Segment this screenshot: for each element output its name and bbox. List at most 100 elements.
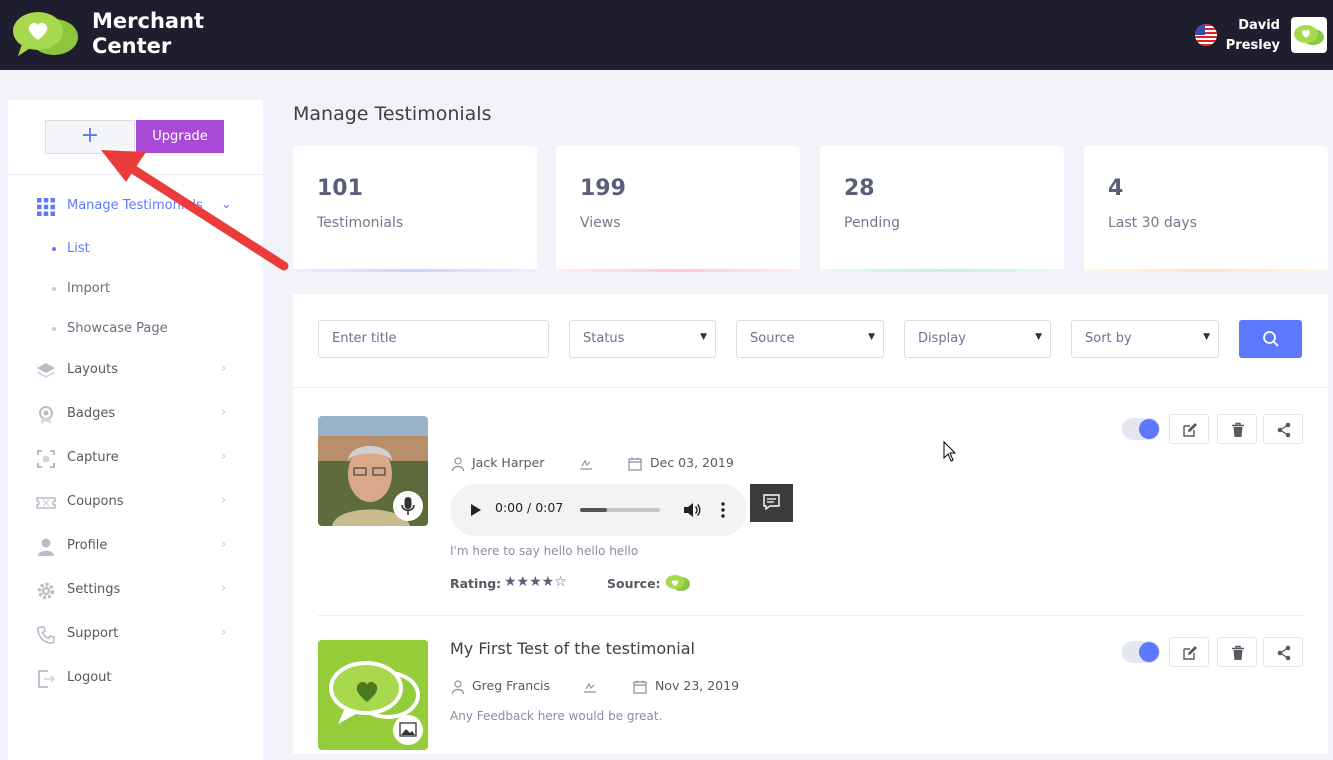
trash-icon <box>1232 422 1244 437</box>
more-options-icon[interactable] <box>721 502 725 518</box>
sidebar-subitem-showcase-page[interactable]: Showcase Page <box>52 314 252 344</box>
sidebar-item-layouts[interactable]: Layouts › <box>8 351 263 391</box>
sidebar-item-support[interactable]: Support › <box>8 615 263 655</box>
caret-down-icon: ▼ <box>1035 332 1042 342</box>
stat-accent-bar <box>556 269 800 272</box>
brand-line-2: Center <box>92 34 172 58</box>
play-icon[interactable] <box>470 504 482 516</box>
coupon-icon <box>36 497 56 509</box>
testimonial-text: I'm here to say hello hello hello <box>450 544 639 558</box>
capture-icon <box>37 450 55 468</box>
sidebar-subitem-list[interactable]: List <box>52 234 252 264</box>
source-select-value: Source <box>750 331 795 346</box>
user-first-name: David <box>1238 18 1280 33</box>
bullet-icon <box>52 247 56 251</box>
edit-icon <box>1183 646 1197 660</box>
sidebar-item-coupons[interactable]: Coupons › <box>8 483 263 523</box>
share-icon <box>1277 422 1291 438</box>
delete-button[interactable] <box>1217 414 1257 444</box>
delete-button[interactable] <box>1217 637 1257 667</box>
stat-label: Last 30 days <box>1108 215 1197 231</box>
share-button[interactable] <box>1263 414 1303 444</box>
signature-icon <box>584 682 596 693</box>
sidebar-item-settings[interactable]: Settings › <box>8 571 263 611</box>
source-select[interactable]: Source ▼ <box>736 320 884 358</box>
microphone-icon <box>393 491 423 521</box>
testimonial-date: Dec 03, 2019 <box>650 455 734 470</box>
audio-time: 0:00 / 0:07 <box>495 500 564 515</box>
sort-select[interactable]: Sort by ▼ <box>1071 320 1219 358</box>
chevron-right-icon: › <box>221 405 227 420</box>
sidebar-item-label: Badges <box>67 406 116 421</box>
top-bar: Merchant Center David Presley <box>0 0 1333 70</box>
bullet-icon <box>52 287 56 291</box>
stat-value: 4 <box>1108 176 1124 201</box>
stat-card-views: 199 Views <box>556 146 800 272</box>
publish-toggle[interactable] <box>1122 418 1160 440</box>
chevron-right-icon: › <box>221 537 227 552</box>
layers-icon <box>37 363 55 378</box>
edit-icon <box>1183 423 1197 437</box>
publish-toggle[interactable] <box>1122 641 1160 663</box>
chevron-right-icon: › <box>221 581 227 596</box>
chevron-right-icon: › <box>221 449 227 464</box>
logo-icon <box>13 12 78 56</box>
rating-stars: ★★★★☆ <box>504 574 567 590</box>
user-icon <box>451 680 465 695</box>
comment-icon <box>763 494 780 511</box>
transcript-button[interactable] <box>750 484 793 522</box>
toggle-knob <box>1139 419 1159 439</box>
sidebar-subitem-label: Import <box>67 281 111 296</box>
image-icon <box>393 715 423 745</box>
audio-progress-track[interactable] <box>580 508 660 512</box>
sidebar-item-logout[interactable]: Logout <box>8 659 263 699</box>
status-select-value: Status <box>583 331 625 346</box>
sidebar-item-label: Layouts <box>67 362 118 377</box>
volume-icon[interactable] <box>683 502 701 518</box>
stat-card-pending: 28 Pending <box>820 146 1064 272</box>
phone-icon <box>37 626 55 644</box>
rating-label: Rating: <box>450 576 502 591</box>
gear-icon <box>37 582 55 600</box>
add-button[interactable]: + <box>45 120 135 154</box>
audio-player[interactable]: 0:00 / 0:07 <box>450 484 747 536</box>
trash-icon <box>1232 645 1244 660</box>
sidebar-item-badges[interactable]: Badges › <box>8 395 263 435</box>
testimonial-text: Any Feedback here would be great. <box>450 709 663 723</box>
status-select[interactable]: Status ▼ <box>569 320 716 358</box>
logout-icon <box>38 670 56 688</box>
share-button[interactable] <box>1263 637 1303 667</box>
edit-button[interactable] <box>1169 414 1209 444</box>
search-button[interactable] <box>1239 320 1302 358</box>
stat-value: 199 <box>580 176 626 201</box>
grid-icon <box>37 198 55 216</box>
stat-label: Views <box>580 215 621 231</box>
us-flag-icon[interactable] <box>1195 24 1217 46</box>
sidebar-subitem-label: List <box>67 241 90 256</box>
bullet-icon <box>52 327 56 331</box>
audio-progress-fill <box>580 508 608 512</box>
share-icon <box>1277 645 1291 661</box>
testimonial-meta: Greg Francis Nov 23, 2019 <box>450 678 750 696</box>
title-search-input[interactable]: Enter title <box>318 320 549 358</box>
caret-down-icon: ▼ <box>1203 332 1210 342</box>
avatar[interactable] <box>1291 17 1327 53</box>
display-select[interactable]: Display ▼ <box>904 320 1051 358</box>
testimonial-photo <box>318 416 428 526</box>
sidebar-item-label: Profile <box>67 538 108 553</box>
badge-icon <box>39 406 53 424</box>
testimonial-title: My First Test of the testimonial <box>450 639 695 658</box>
sidebar-item-profile[interactable]: Profile › <box>8 527 263 567</box>
display-select-value: Display <box>918 331 966 346</box>
stat-accent-bar <box>1084 269 1328 272</box>
upgrade-button[interactable]: Upgrade <box>136 120 224 153</box>
sidebar-subitem-import[interactable]: Import <box>52 274 252 304</box>
sidebar-item-manage-testimonials[interactable]: Manage Testimonials ⌄ <box>8 187 263 227</box>
edit-button[interactable] <box>1169 637 1209 667</box>
sidebar-item-capture[interactable]: Capture › <box>8 439 263 479</box>
user-last-name: Presley <box>1225 38 1280 53</box>
stat-card-testimonials: 101 Testimonials <box>293 146 537 272</box>
user-name[interactable]: David Presley <box>1222 16 1280 56</box>
calendar-icon <box>628 457 642 471</box>
chevron-right-icon: › <box>221 361 227 376</box>
